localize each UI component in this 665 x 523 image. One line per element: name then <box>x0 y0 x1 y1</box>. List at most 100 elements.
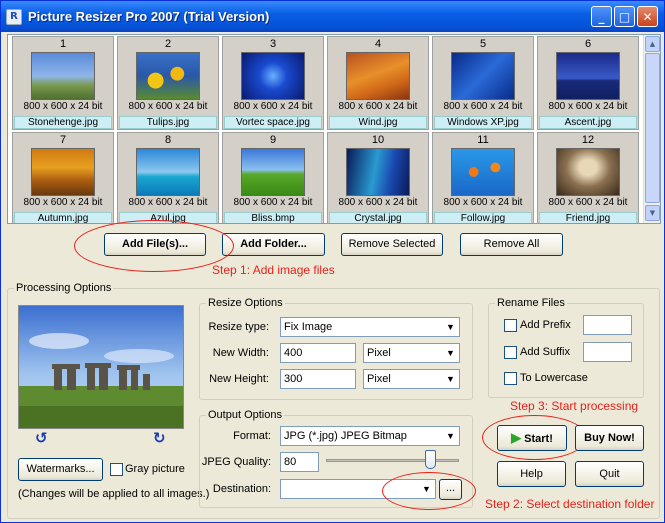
window-title: Picture Resizer Pro 2007 (Trial Version) <box>28 9 270 24</box>
thumbnail-filename: Autumn.jpg <box>14 212 112 223</box>
scroll-up-icon[interactable]: ▲ <box>645 36 660 52</box>
preview-image <box>19 306 183 428</box>
new-height-input[interactable]: 300 <box>280 369 356 389</box>
thumbnail-number: 1 <box>59 38 67 50</box>
thumbnail-filename: Vortec space.jpg <box>224 116 322 129</box>
to-lowercase-checkbox[interactable] <box>504 372 517 385</box>
scroll-thumb[interactable] <box>645 53 660 203</box>
main-window: R Picture Resizer Pro 2007 (Trial Versio… <box>0 0 665 523</box>
rotate-left-icon[interactable]: ↺ <box>35 429 48 447</box>
thumbnail-dimensions: 800 x 600 x 24 bit <box>23 101 103 112</box>
thumbnail-number: 12 <box>581 134 595 146</box>
thumbnail-item[interactable]: 7 800 x 600 x 24 bit Autumn.jpg <box>12 132 114 223</box>
remove-all-button[interactable]: Remove All <box>460 233 563 256</box>
jpeg-quality-label: JPEG Quality: <box>201 456 271 468</box>
suffix-input[interactable] <box>583 342 632 362</box>
add-folder-button[interactable]: Add Folder... <box>222 233 325 256</box>
buy-now-button[interactable]: Buy Now! <box>575 425 644 451</box>
resize-type-select[interactable]: Fix Image ▼ <box>280 317 460 337</box>
rotate-right-icon[interactable]: ↻ <box>153 429 166 447</box>
highlight-ellipse-destination <box>382 472 476 510</box>
thumbnail-image <box>241 52 305 100</box>
watermarks-button[interactable]: Watermarks... <box>18 458 103 481</box>
changes-note: (Changes will be applied to all images.) <box>18 488 210 500</box>
step1-annotation: Step 1: Add image files <box>212 263 335 277</box>
thumbnail-dimensions: 800 x 600 x 24 bit <box>128 101 208 112</box>
add-prefix-checkbox[interactable] <box>504 319 517 332</box>
thumbnail-list[interactable]: 1 800 x 600 x 24 bit Stonehenge.jpg 2 800 x … <box>7 34 661 224</box>
new-height-label: New Height: <box>209 373 269 385</box>
quit-button[interactable]: Quit <box>575 461 644 487</box>
thumbnail-item[interactable]: 10 800 x 600 x 24 bit Crystal.jpg <box>327 132 429 223</box>
close-button[interactable]: ✕ <box>637 6 658 27</box>
thumbnail-filename: Tulips.jpg <box>119 116 217 129</box>
output-options-label: Output Options <box>206 409 284 421</box>
thumbnail-dimensions: 800 x 600 x 24 bit <box>23 197 103 208</box>
thumbnail-number: 11 <box>477 134 489 146</box>
jpeg-quality-slider-thumb[interactable] <box>425 450 436 469</box>
remove-selected-button[interactable]: Remove Selected <box>341 233 443 256</box>
thumbnail-image <box>136 52 200 100</box>
thumbnail-image <box>31 148 95 196</box>
thumbnail-image <box>136 148 200 196</box>
thumbnail-filename: Follow.jpg <box>434 212 532 223</box>
thumbnail-image <box>451 148 515 196</box>
thumbnail-item[interactable]: 4 800 x 600 x 24 bit Wind.jpg <box>327 36 429 130</box>
resize-options-label: Resize Options <box>206 297 285 309</box>
vertical-scrollbar[interactable]: ▲ ▼ <box>643 35 660 223</box>
thumbnail-item[interactable]: 6 800 x 600 x 24 bit Ascent.jpg <box>537 36 639 130</box>
step3-annotation: Step 3: Start processing <box>510 399 639 413</box>
thumbnail-item[interactable]: 5 800 x 600 x 24 bit Windows XP.jpg <box>432 36 534 130</box>
format-select[interactable]: JPG (*.jpg) JPEG Bitmap ▼ <box>280 426 460 446</box>
processing-options-label: Processing Options <box>14 282 114 294</box>
thumbnail-item[interactable]: 8 800 x 600 x 24 bit Azul.jpg <box>117 132 219 223</box>
thumbnail-number: 2 <box>164 38 172 50</box>
height-unit-select[interactable]: Pixel ▼ <box>363 369 460 389</box>
app-icon[interactable]: R <box>6 8 22 25</box>
thumbnail-filename: Stonehenge.jpg <box>14 116 112 129</box>
jpeg-quality-slider-track[interactable] <box>326 459 459 462</box>
format-value: JPG (*.jpg) JPEG Bitmap <box>284 430 407 442</box>
gray-picture-checkbox[interactable] <box>110 463 123 476</box>
width-unit-select[interactable]: Pixel ▼ <box>363 343 460 363</box>
thumbnail-item[interactable]: 2 800 x 600 x 24 bit Tulips.jpg <box>117 36 219 130</box>
thumbnail-filename: Wind.jpg <box>329 116 427 129</box>
thumbnail-image <box>451 52 515 100</box>
thumbnail-image <box>346 52 410 100</box>
thumbnail-image <box>556 148 620 196</box>
jpeg-quality-input[interactable]: 80 <box>280 452 319 472</box>
thumbnail-number: 10 <box>371 134 385 146</box>
dropdown-arrow-icon[interactable]: ▼ <box>443 319 458 335</box>
resize-type-value: Fix Image <box>284 321 333 333</box>
thumbnail-dimensions: 800 x 600 x 24 bit <box>443 101 523 112</box>
thumbnail-dimensions: 800 x 600 x 24 bit <box>233 197 313 208</box>
thumbnail-number: 8 <box>164 134 172 146</box>
thumbnail-item[interactable]: 9 800 x 600 x 24 bit Bliss.bmp <box>222 132 324 223</box>
thumbnail-item[interactable]: 12 800 x 600 x 24 bit Friend.jpg <box>537 132 639 223</box>
highlight-ellipse-start <box>482 415 587 460</box>
dropdown-arrow-icon[interactable]: ▼ <box>443 371 458 387</box>
image-preview <box>18 305 184 429</box>
maximize-button[interactable]: □ <box>614 6 635 27</box>
thumbnail-filename: Ascent.jpg <box>539 116 637 129</box>
add-suffix-checkbox[interactable] <box>504 346 517 359</box>
thumbnail-item[interactable]: 11 800 x 600 x 24 bit Follow.jpg <box>432 132 534 223</box>
thumbnail-number: 5 <box>479 38 487 50</box>
rename-files-label: Rename Files <box>495 297 567 309</box>
new-width-input[interactable]: 400 <box>280 343 356 363</box>
thumbnail-item[interactable]: 3 800 x 600 x 24 bit Vortec space.jpg <box>222 36 324 130</box>
thumbnail-dimensions: 800 x 600 x 24 bit <box>128 197 208 208</box>
dropdown-arrow-icon[interactable]: ▼ <box>443 345 458 361</box>
scroll-down-icon[interactable]: ▼ <box>645 205 660 221</box>
title-bar: R Picture Resizer Pro 2007 (Trial Versio… <box>1 1 664 32</box>
step2-annotation: Step 2: Select destination folder <box>485 497 655 511</box>
thumbnail-item[interactable]: 1 800 x 600 x 24 bit Stonehenge.jpg <box>12 36 114 130</box>
dropdown-arrow-icon[interactable]: ▼ <box>443 428 458 444</box>
height-unit-value: Pixel <box>367 373 391 385</box>
thumbnail-image <box>241 148 305 196</box>
add-prefix-label: Add Prefix <box>520 319 571 331</box>
minimize-button[interactable]: _ <box>591 6 612 27</box>
prefix-input[interactable] <box>583 315 632 335</box>
help-button[interactable]: Help <box>497 461 566 487</box>
thumbnail-image <box>346 148 410 196</box>
